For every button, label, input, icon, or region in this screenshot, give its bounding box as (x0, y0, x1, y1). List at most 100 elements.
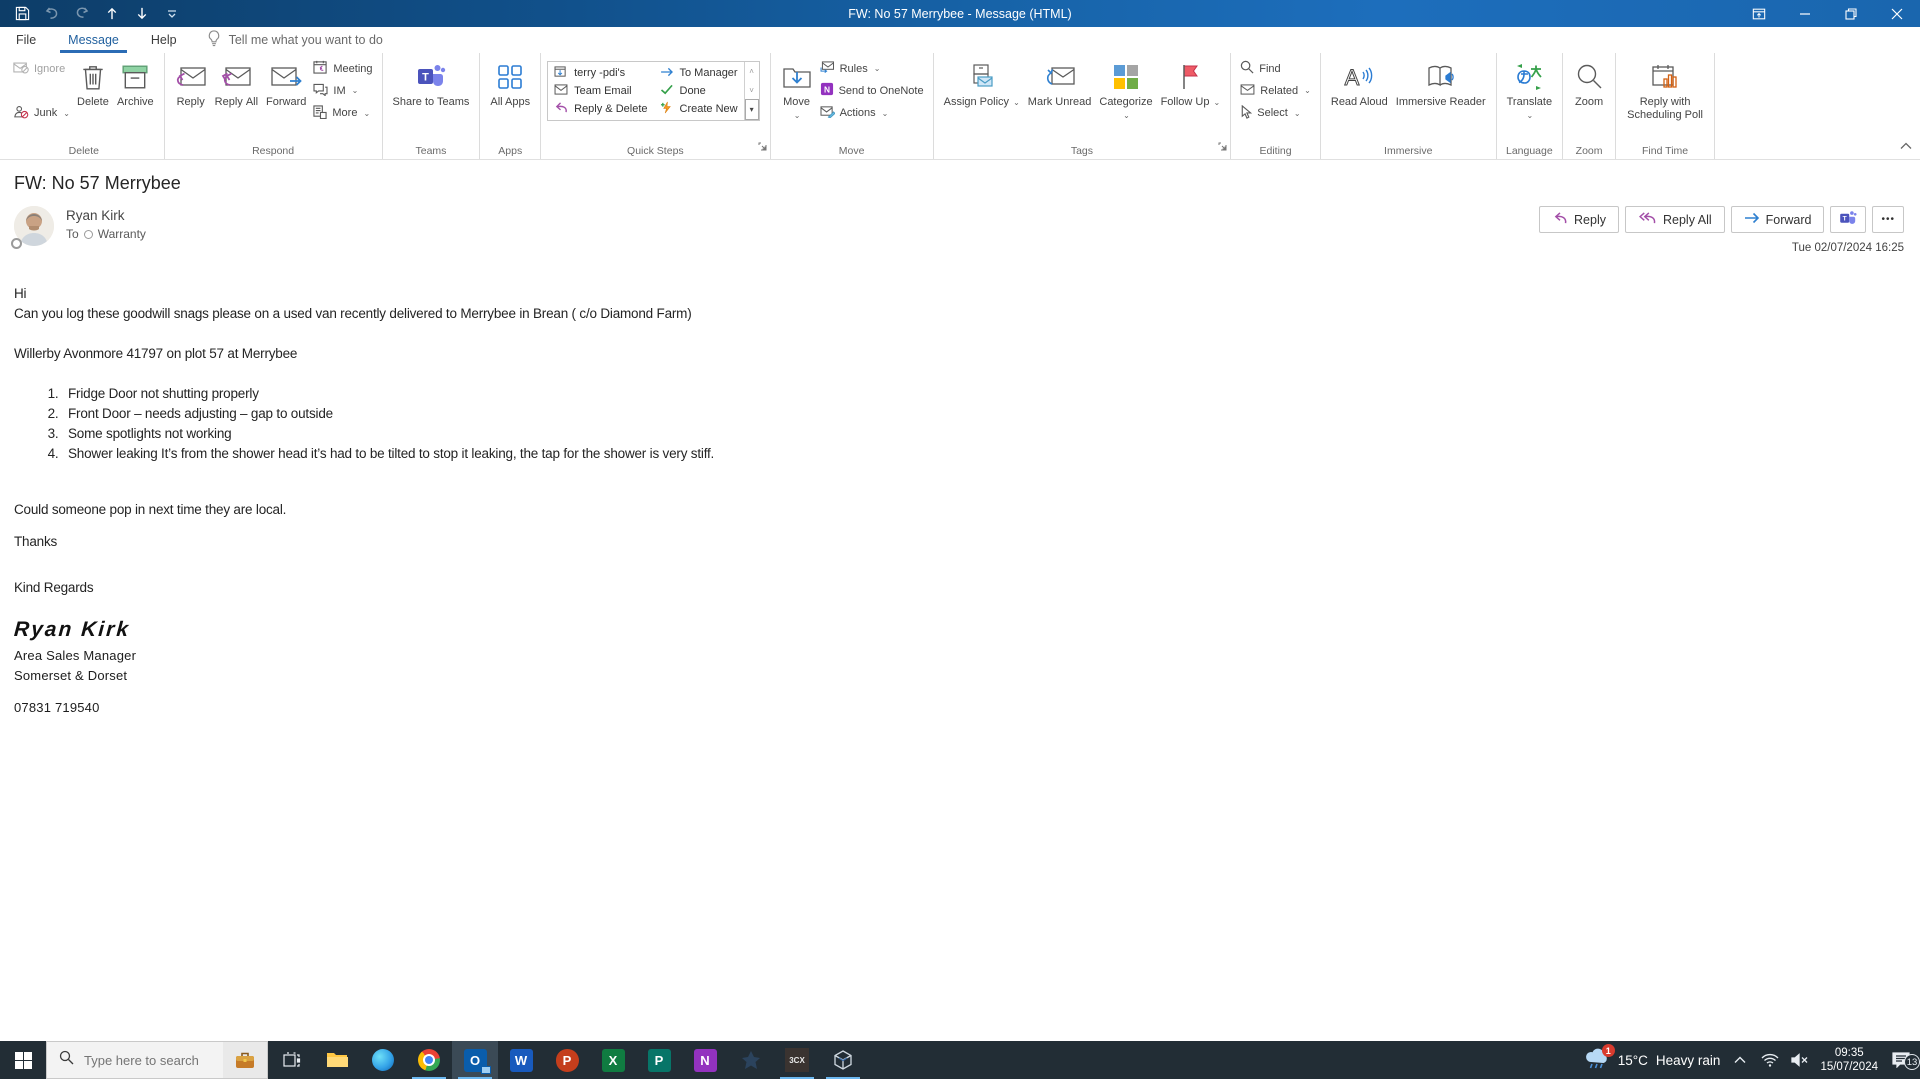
quick-step-create-new[interactable]: Create New (660, 100, 738, 118)
redo-icon (74, 6, 90, 22)
reply-button[interactable]: Reply (171, 59, 211, 111)
teams-header-button[interactable]: T (1830, 206, 1867, 233)
word-icon[interactable]: W (498, 1041, 544, 1079)
chrome-icon[interactable] (406, 1041, 452, 1079)
scroll-down-icon[interactable]: ˅ (745, 81, 759, 100)
related-button[interactable]: Related ⌄ (1237, 81, 1314, 100)
excel-icon[interactable]: X (590, 1041, 636, 1079)
quick-steps-scrollbar[interactable]: ˄ ˅ ▾ (743, 62, 759, 121)
send-to-onenote-button[interactable]: N Send to OneNote (817, 81, 927, 100)
rules-button[interactable]: Rules ⌄ (817, 59, 927, 78)
scheduling-poll-icon (1650, 61, 1680, 93)
message-pane: FW: No 57 Merrybee Ryan Kirk To Warranty… (0, 160, 1920, 1041)
quick-step-terry-pdis[interactable]: terry -pdi's (554, 64, 647, 82)
publisher-icon[interactable]: P (636, 1041, 682, 1079)
restore-button[interactable] (1828, 0, 1874, 27)
archive-button[interactable]: Archive (113, 59, 158, 111)
recipient-name[interactable]: Warranty (98, 227, 146, 241)
tell-me-box[interactable]: Tell me what you want to do (207, 30, 383, 50)
junk-button[interactable]: Junk ⌄ (10, 103, 73, 123)
close-button[interactable] (1874, 0, 1920, 27)
forward-header-button[interactable]: Forward (1730, 206, 1825, 233)
notification-count-badge: 13 (1904, 1054, 1920, 1070)
immersive-reader-button[interactable]: Immersive Reader (1392, 59, 1490, 111)
search-input[interactable] (84, 1052, 214, 1068)
tab-message[interactable]: Message (52, 27, 135, 53)
ribbon-display-options-button[interactable] (1736, 0, 1782, 27)
customize-qat-icon[interactable] (164, 6, 180, 22)
quick-step-team-email[interactable]: Team Email (554, 82, 647, 100)
taskbar-clock[interactable]: 09:35 15/07/2024 (1820, 1046, 1878, 1074)
reply-all-button[interactable]: Reply All (211, 59, 262, 111)
move-button[interactable]: Move ⌄ (777, 59, 817, 123)
dimmed-app-icon[interactable] (728, 1041, 774, 1079)
move-up-icon[interactable] (104, 6, 120, 22)
task-view-button[interactable] (268, 1041, 314, 1079)
more-respond-icon (313, 105, 328, 122)
show-hidden-icons-chevron[interactable] (1730, 1056, 1750, 1064)
powerpoint-icon[interactable]: P (544, 1041, 590, 1079)
gallery-more-icon[interactable]: ▾ (744, 99, 759, 121)
wifi-icon[interactable] (1760, 1053, 1780, 1067)
reply-header-button[interactable]: Reply (1539, 206, 1619, 233)
quick-step-to-manager[interactable]: To Manager (660, 64, 738, 82)
teams-icon: T (416, 61, 446, 93)
rules-icon (820, 61, 835, 76)
onenote-taskbar-icon[interactable]: N (682, 1041, 728, 1079)
search-highlight-briefcase-icon[interactable] (223, 1042, 267, 1078)
select-button[interactable]: Select ⌄ (1237, 104, 1314, 123)
onenote-icon: N (820, 82, 834, 99)
collapse-ribbon-icon[interactable] (1900, 137, 1912, 155)
actions-button[interactable]: Actions ⌄ (817, 104, 927, 123)
sender-name[interactable]: Ryan Kirk (66, 208, 146, 223)
assign-policy-button[interactable]: Assign Policy ⌄ (940, 59, 1024, 111)
start-button[interactable] (0, 1041, 46, 1079)
edge-icon[interactable] (360, 1041, 406, 1079)
more-actions-button[interactable]: ••• (1872, 206, 1904, 233)
more-respond-button[interactable]: More ⌄ (310, 104, 375, 123)
scroll-up-icon[interactable]: ˄ (745, 62, 759, 81)
reply-arrow-icon (1552, 212, 1568, 227)
mark-unread-button[interactable]: Mark Unread (1024, 59, 1096, 111)
move-folder-icon (782, 61, 812, 93)
all-apps-button[interactable]: All Apps (486, 59, 534, 111)
forward-button[interactable]: Forward (262, 59, 310, 111)
outlook-taskbar-icon[interactable]: O (452, 1041, 498, 1079)
threecx-icon[interactable]: 3CX (774, 1041, 820, 1079)
im-button[interactable]: IM ⌄ (310, 81, 375, 100)
follow-up-button[interactable]: Follow Up ⌄ (1157, 59, 1225, 111)
quick-step-done[interactable]: Done (660, 82, 738, 100)
save-icon[interactable] (14, 6, 30, 22)
signature-role: Area Sales Manager (14, 648, 137, 663)
meeting-button[interactable]: Meeting (310, 59, 375, 78)
zoom-button[interactable]: Zoom (1569, 59, 1609, 111)
move-down-icon[interactable] (134, 6, 150, 22)
delete-button[interactable]: Delete (73, 59, 113, 111)
share-to-teams-button[interactable]: T Share to Teams (389, 59, 474, 111)
body-paragraph: Could someone pop in next time they are … (14, 502, 287, 517)
ellipsis-icon: ••• (1881, 214, 1895, 225)
read-aloud-icon: A (1344, 61, 1374, 93)
categorize-button[interactable]: Categorize ⌄ (1095, 59, 1156, 123)
tab-help[interactable]: Help (135, 27, 193, 53)
weather-widget[interactable]: 1 15°C Heavy rain (1584, 1044, 1720, 1072)
forward-icon (270, 61, 302, 93)
taskbar-search[interactable] (46, 1041, 268, 1079)
ribbon-tabs: File Message Help Tell me what you want … (0, 27, 1920, 53)
reply-all-header-button[interactable]: Reply All (1625, 206, 1725, 233)
translate-button[interactable]: Translate ⌄ (1503, 59, 1556, 123)
body-paragraph: Can you log these goodwill snags please … (14, 306, 692, 321)
tags-dialog-launcher[interactable] (1218, 138, 1227, 156)
minimize-button[interactable] (1782, 0, 1828, 27)
quick-steps-dialog-launcher[interactable] (758, 138, 767, 156)
ribbon-group-immersive: A Read Aloud Immersive Reader Immersive (1321, 53, 1497, 159)
read-aloud-button[interactable]: A Read Aloud (1327, 59, 1392, 111)
virtualbox-icon[interactable] (820, 1041, 866, 1079)
file-explorer-icon[interactable] (314, 1041, 360, 1079)
find-button[interactable]: Find (1237, 59, 1314, 78)
volume-muted-icon[interactable] (1790, 1053, 1810, 1067)
reply-with-scheduling-poll-button[interactable]: Reply with Scheduling Poll (1622, 59, 1708, 123)
tab-file[interactable]: File (0, 27, 52, 53)
action-center-button[interactable]: 13 (1888, 1052, 1920, 1070)
quick-step-reply-delete[interactable]: Reply & Delete (554, 100, 648, 118)
